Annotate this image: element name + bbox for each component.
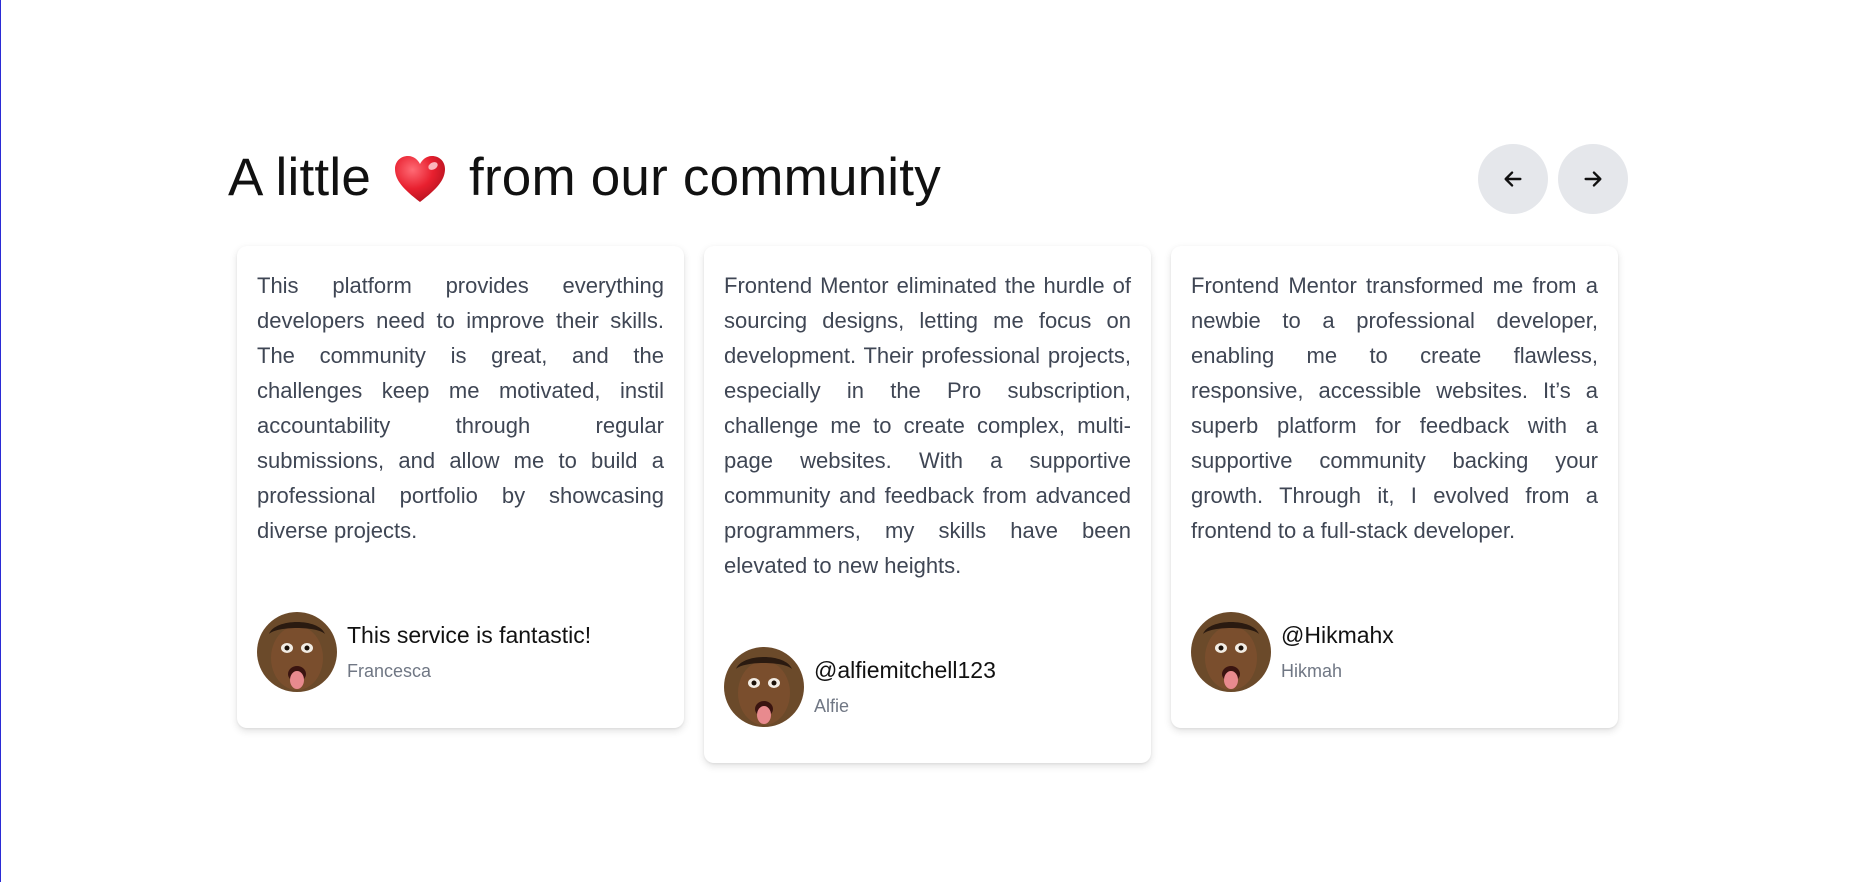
heading-text-after: from our community (469, 148, 941, 207)
author-info: This service is fantastic! Francesca (347, 622, 591, 682)
prev-button[interactable] (1478, 144, 1548, 214)
author-info: @Hikmahx Hikmah (1281, 622, 1394, 682)
arrow-left-icon (1504, 171, 1522, 187)
author-handle: @Hikmahx (1281, 622, 1394, 648)
testimonial-card: Frontend Mentor transformed me from a ne… (1171, 246, 1618, 728)
testimonial-author: @Hikmahx Hikmah (1191, 612, 1598, 692)
heading-text-before: A little (228, 148, 372, 207)
author-handle: This service is fantastic! (347, 622, 592, 648)
avatar (1191, 612, 1271, 692)
arrow-right-icon (1584, 171, 1602, 187)
testimonial-text: Frontend Mentor transformed me from a ne… (1191, 273, 1598, 543)
author-info: @alfiemitchell123 Alfie (814, 657, 996, 717)
carousel-nav (1478, 144, 1628, 214)
testimonial-text: Frontend Mentor eliminated the hurdle of… (724, 273, 1131, 578)
section-heading: A little from our community (228, 147, 941, 208)
author-handle: @alfiemitchell123 (814, 657, 996, 683)
heart-icon (393, 155, 447, 205)
testimonials-section: A little from our community This platfor… (0, 0, 1856, 882)
avatar (724, 647, 804, 727)
testimonial-author: @alfiemitchell123 Alfie (724, 647, 1131, 727)
testimonial-author: This service is fantastic! Francesca (257, 612, 664, 692)
testimonial-card: Frontend Mentor eliminated the hurdle of… (704, 246, 1151, 763)
author-name: Hikmah (1281, 661, 1343, 681)
testimonial-card: This platform provides everything develo… (237, 246, 684, 728)
avatar (257, 612, 337, 692)
next-button[interactable] (1558, 144, 1628, 214)
author-name: Alfie (814, 696, 850, 716)
testimonial-cards: This platform provides everything develo… (237, 246, 1618, 763)
testimonial-text: This platform provides everything develo… (257, 273, 664, 543)
author-name: Francesca (347, 661, 432, 681)
